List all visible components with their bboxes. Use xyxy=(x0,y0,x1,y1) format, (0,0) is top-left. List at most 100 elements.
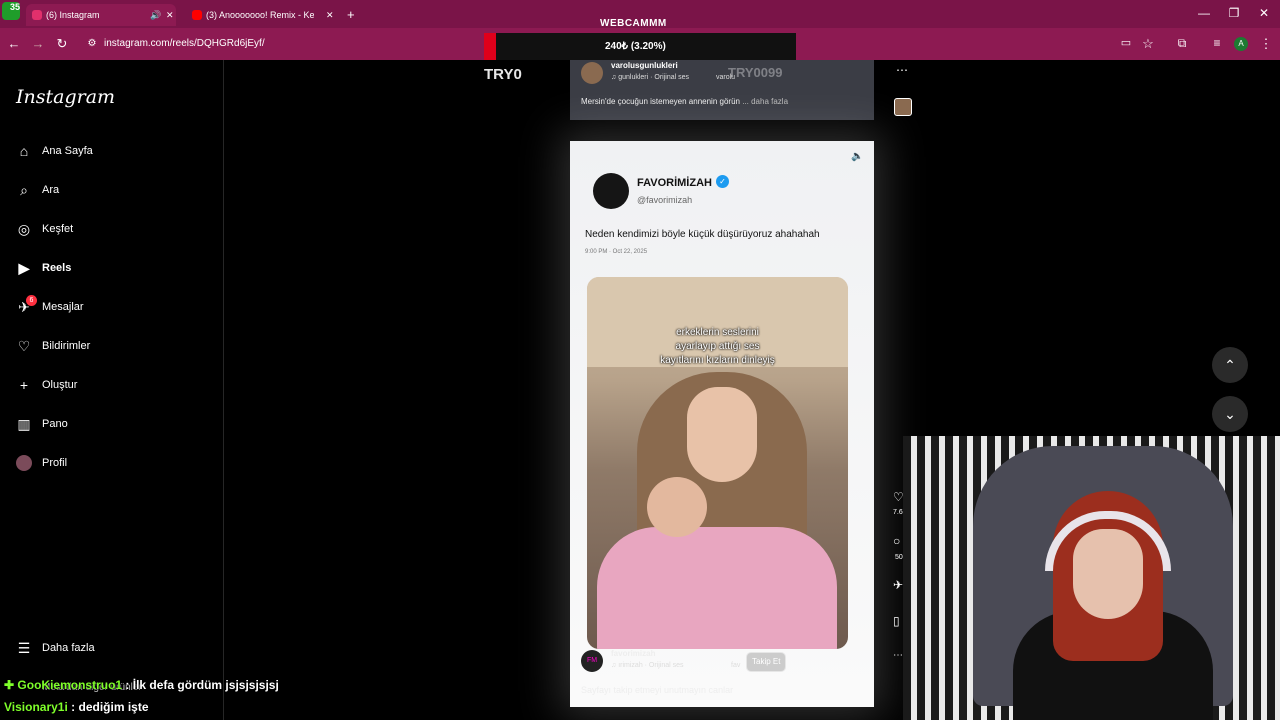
reel-audio-extra: fav xyxy=(731,662,741,669)
minimize-icon[interactable]: — xyxy=(1196,6,1212,20)
reel-author-avatar[interactable]: FM xyxy=(581,650,603,672)
tweet-name: FAVORİMİZAH xyxy=(637,177,712,189)
plus-icon: + xyxy=(19,377,29,393)
comment-icon[interactable]: ○ xyxy=(893,534,900,548)
extensions-icon[interactable]: ⧉ xyxy=(1174,36,1190,51)
home-icon: ⌂ xyxy=(19,143,29,159)
like-count: 7.6 xyxy=(893,509,903,516)
star-icon[interactable]: ☆ xyxy=(1140,36,1156,52)
follow-button[interactable]: Takip Et xyxy=(746,652,787,672)
messages-badge: 6 xyxy=(26,295,37,306)
menu-list-icon[interactable]: ≡ xyxy=(1209,36,1225,50)
tab-instagram[interactable]: (6) Instagram 🔊 ✕ xyxy=(26,4,176,26)
previous-reel-button[interactable]: ⌃ xyxy=(1212,347,1248,383)
more-options-icon[interactable]: ⋯ xyxy=(893,650,903,661)
profile-avatar[interactable]: A xyxy=(1234,37,1248,51)
reel-audio[interactable]: ♫ gunlukleri · Orijinal ses xyxy=(611,74,689,81)
video-background xyxy=(587,277,848,367)
stream-watermark: TRY0 xyxy=(484,66,522,83)
sidebar-item-search[interactable]: ⌕ Ara xyxy=(16,178,59,202)
audio-thumbnail[interactable] xyxy=(894,98,912,116)
reload-icon[interactable]: ↻ xyxy=(54,36,70,52)
chat-badge-icon: ✚ xyxy=(4,678,15,692)
chat-message: Visionary1i : dediğim işte xyxy=(4,700,149,714)
comment-count: 50 xyxy=(895,554,903,561)
sidebar-item-label: Ana Sayfa xyxy=(42,145,93,157)
tab-title: (3) Anooooooo! Remix - Kesinli xyxy=(206,10,314,20)
video-subject-robe xyxy=(597,527,837,649)
chat-text: : dediğim işte xyxy=(71,700,149,714)
sidebar-item-home[interactable]: ⌂ Ana Sayfa xyxy=(16,139,93,163)
avatar[interactable] xyxy=(581,62,603,84)
speaker-icon[interactable]: 🔈 xyxy=(851,151,863,162)
instagram-logo[interactable]: Instagram xyxy=(16,86,115,108)
restore-icon[interactable]: ❐ xyxy=(1226,6,1242,20)
sidebar-item-notifications[interactable]: ♡ Bildirimler xyxy=(16,334,91,358)
sidebar-item-label: Bildirimler xyxy=(42,340,91,352)
sidebar-item-create[interactable]: + Oluştur xyxy=(16,373,78,397)
corner-badge: 35 xyxy=(2,2,20,20)
youtube-favicon-icon xyxy=(192,10,202,20)
tab-audio-icon[interactable]: 🔊 xyxy=(150,4,161,26)
back-icon[interactable]: ← xyxy=(6,36,22,51)
overlay-title: WEBCAMMM xyxy=(600,18,667,29)
close-window-icon[interactable]: ✕ xyxy=(1256,6,1272,20)
tweet-text: Neden kendimizi böyle küçük düşürüyoruz … xyxy=(585,229,820,240)
tweet-avatar xyxy=(593,173,629,209)
donation-goal-text: 240₺ (3.20%) xyxy=(605,41,666,52)
sidebar-item-label: Pano xyxy=(42,418,68,430)
profile-icon xyxy=(16,455,32,471)
reel-video[interactable]: erkeklerin seslerini ayarlayıp attığı se… xyxy=(587,277,848,649)
sidebar-item-reels[interactable]: ▶ Reels xyxy=(16,256,72,280)
video-subject-face xyxy=(687,387,757,482)
sidebar-item-dashboard[interactable]: ▥ Pano xyxy=(16,412,68,436)
tweet-time: 9:00 PM · Oct 22, 2025 xyxy=(585,249,648,255)
tweet-handle: @favorimizah xyxy=(637,195,693,205)
search-icon: ⌕ xyxy=(20,182,28,198)
chat-text: : İlk defa gördüm jsjsjsjsjsj xyxy=(125,678,279,692)
verified-icon: ✓ xyxy=(716,175,729,188)
hamburger-icon: ☰ xyxy=(17,640,31,656)
reel-username[interactable]: varolusgunlukleri xyxy=(611,61,678,70)
sidebar-item-more[interactable]: ☰ Daha fazla xyxy=(16,636,95,660)
sidebar-item-label: Daha fazla xyxy=(42,642,95,654)
sidebar-item-label: Ara xyxy=(42,184,60,196)
tab-close-icon[interactable]: ✕ xyxy=(326,4,334,26)
sidebar-item-explore[interactable]: ◎ Keşfet xyxy=(16,217,73,241)
reel-caption: Mersin'de çocuğun istemeyen annenin görü… xyxy=(581,97,788,106)
dashboard-icon: ▥ xyxy=(17,416,31,432)
more-icon[interactable]: ⋮ xyxy=(1258,36,1274,52)
sidebar-item-profile[interactable]: Profil xyxy=(16,451,67,475)
new-tab-button[interactable]: + xyxy=(347,7,355,22)
reel-caption: Sayfayı takip etmeyi unutmayın canlar xyxy=(581,685,734,695)
video-subject-hand xyxy=(647,477,707,537)
reel-audio[interactable]: ♫ ırimizah · Orijinal ses xyxy=(611,662,684,669)
more-link[interactable]: ... daha fazla xyxy=(742,97,788,106)
chat-message: ✚ GooKiemonstruo1 : İlk defa gördüm jsjs… xyxy=(4,678,279,692)
chat-username: Visionary1i xyxy=(4,700,68,714)
share-icon[interactable]: ✈ xyxy=(893,578,903,592)
tab-youtube[interactable]: (3) Anooooooo! Remix - Kesinli ✕ xyxy=(186,4,336,26)
screen-cast-icon[interactable]: ▭ xyxy=(1118,36,1134,49)
save-icon[interactable]: ▯ xyxy=(893,614,900,628)
url-field[interactable]: instagram.com/reels/DQHGRd6jEyf/ xyxy=(104,38,265,49)
instagram-favicon-icon xyxy=(32,10,42,20)
video-caption-line: kayıtlarını kızların dinleyiş xyxy=(660,355,775,366)
more-options-icon[interactable]: ⋯ xyxy=(896,63,908,77)
video-caption-line: ayarlayıp attığı ses xyxy=(675,341,760,352)
tab-close-icon[interactable]: ✕ xyxy=(166,4,174,26)
compass-icon: ◎ xyxy=(17,221,31,237)
reels-icon: ▶ xyxy=(18,260,30,276)
next-reel-button[interactable]: ⌄ xyxy=(1212,396,1248,432)
reel-author-username[interactable]: favorimizah xyxy=(611,649,655,658)
reel-caption-text: Mersin'de çocuğun istemeyen annenin görü… xyxy=(581,97,740,106)
sidebar-item-label: Oluştur xyxy=(42,379,78,391)
site-info-icon[interactable]: ⚙ xyxy=(84,38,100,49)
forward-icon[interactable]: → xyxy=(30,36,46,51)
tab-title: (6) Instagram xyxy=(46,10,100,20)
heart-icon: ♡ xyxy=(17,338,31,354)
reel-audio-text: ırimizah · Orijinal ses xyxy=(618,662,684,669)
webcam-overlay xyxy=(903,436,1280,720)
corner-badge-text: 35 xyxy=(9,2,20,12)
sidebar-item-label: Keşfet xyxy=(42,223,74,235)
